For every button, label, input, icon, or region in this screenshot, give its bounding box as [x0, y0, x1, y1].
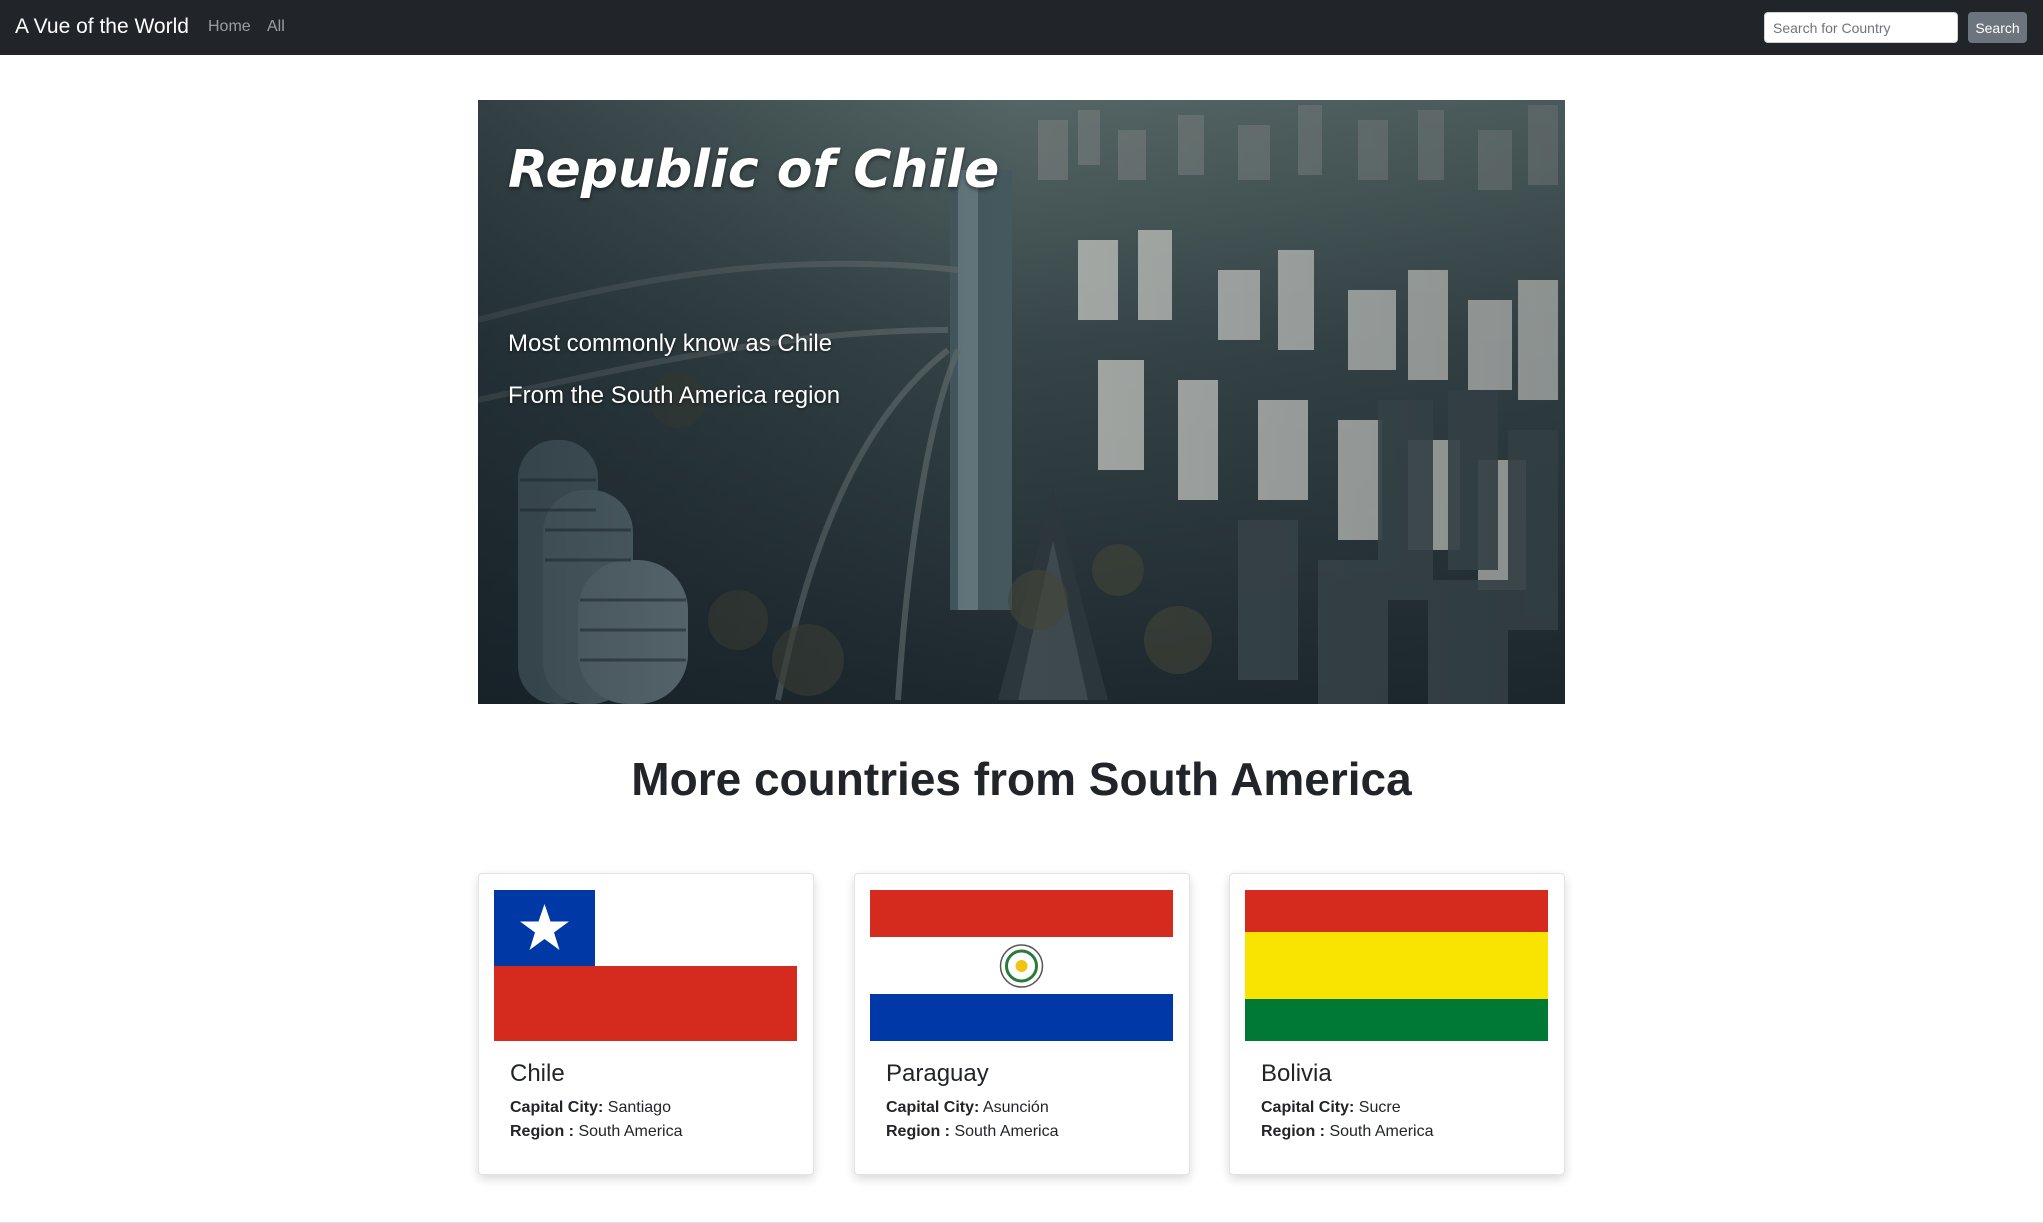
region-line: Region : South America: [1261, 1123, 1434, 1141]
capital-line: Capital City: Sucre: [1261, 1099, 1401, 1117]
country-card-chile[interactable]: Chile Capital City: Santiago Region : So…: [478, 873, 814, 1175]
country-name: Paraguay: [886, 1060, 989, 1087]
region-value: South America: [954, 1123, 1059, 1140]
capital-line: Capital City: Santiago: [510, 1099, 671, 1117]
region-line: Region : South America: [510, 1123, 683, 1141]
capital-line: Capital City: Asunción: [886, 1099, 1049, 1117]
navbar: A Vue of the World Home All Search: [0, 0, 2043, 55]
capital-label: Capital City:: [886, 1099, 980, 1116]
paraguay-flag: [870, 890, 1173, 1041]
hero-title: Republic of Chile: [508, 140, 1000, 200]
country-card-bolivia[interactable]: Bolivia Capital City: Sucre Region : Sou…: [1229, 873, 1565, 1175]
bolivia-flag: [1245, 890, 1548, 1041]
nav-link-all[interactable]: All: [267, 18, 285, 36]
country-card-paraguay[interactable]: Paraguay Capital City: Asunción Region :…: [854, 873, 1190, 1175]
hero-region: From the South America region: [508, 382, 841, 409]
search-input[interactable]: [1764, 12, 1958, 43]
hero-common-name: Most commonly know as Chile: [508, 330, 833, 357]
nav-link-home[interactable]: Home: [208, 18, 251, 36]
brand-link[interactable]: A Vue of the World: [15, 15, 189, 39]
region-value: South America: [1329, 1123, 1434, 1140]
region-label: Region :: [1261, 1123, 1325, 1140]
hero-banner: Republic of Chile Most commonly know as …: [478, 100, 1565, 704]
region-value: South America: [578, 1123, 683, 1140]
region-label: Region :: [510, 1123, 574, 1140]
country-name: Bolivia: [1261, 1060, 1332, 1087]
capital-label: Capital City:: [510, 1099, 604, 1116]
section-title: More countries from South America: [631, 753, 1412, 805]
country-name: Chile: [510, 1060, 565, 1087]
capital-value: Santiago: [607, 1099, 671, 1116]
search-button[interactable]: Search: [1968, 12, 2027, 43]
capital-label: Capital City:: [1261, 1099, 1355, 1116]
region-label: Region :: [886, 1123, 950, 1140]
chile-flag: [494, 890, 797, 1041]
capital-value: Asunción: [982, 1099, 1049, 1116]
region-line: Region : South America: [886, 1123, 1059, 1141]
capital-value: Sucre: [1358, 1099, 1401, 1116]
